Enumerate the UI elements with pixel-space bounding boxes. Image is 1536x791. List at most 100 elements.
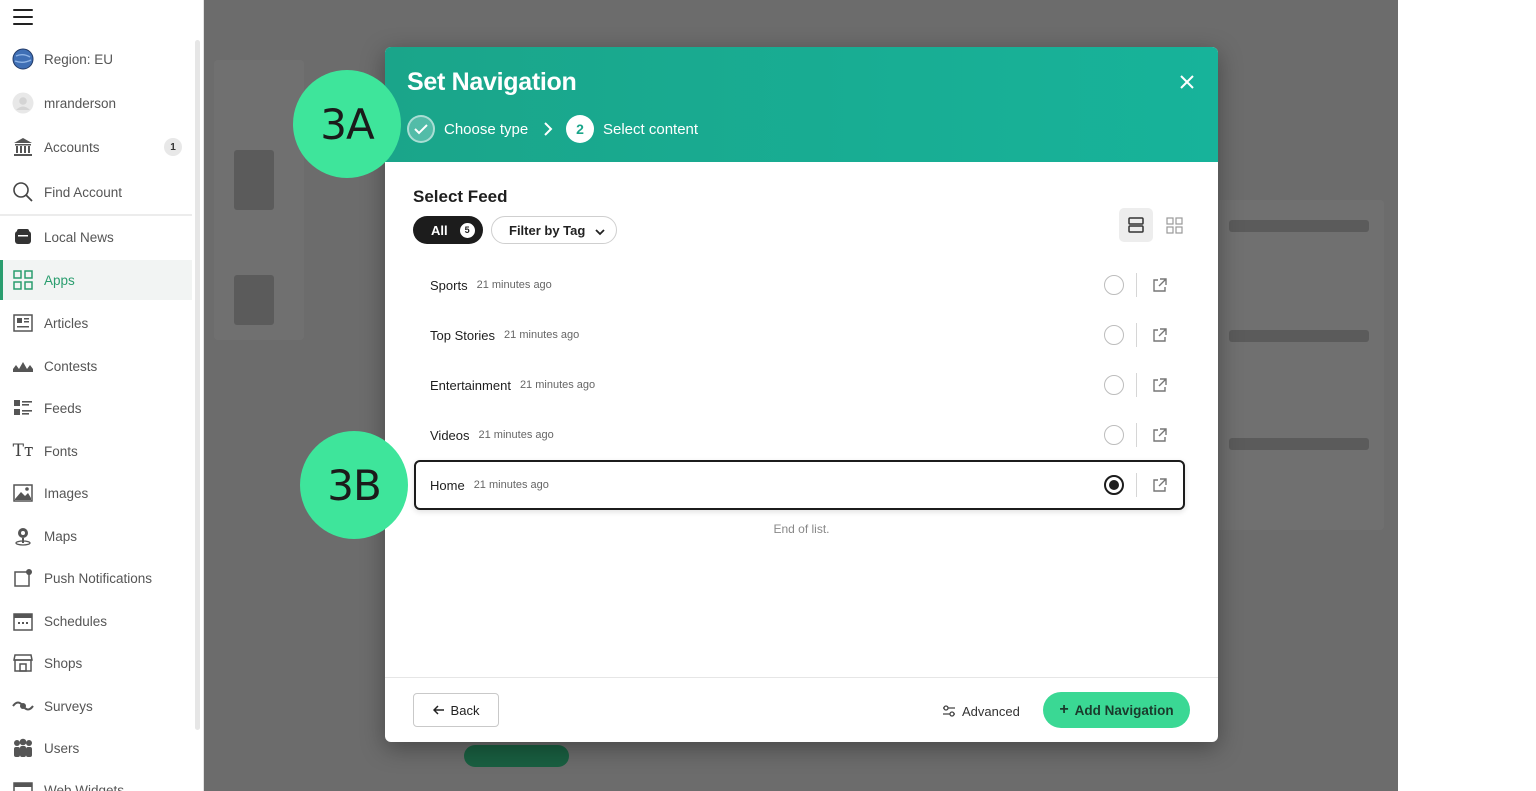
bank-icon	[12, 136, 34, 158]
step-label: Select content	[603, 120, 699, 138]
checkmark-icon	[407, 115, 435, 143]
divider	[1136, 473, 1137, 497]
filter-all-button[interactable]: All 5	[413, 216, 483, 244]
feed-row-selected[interactable]: Home 21 minutes ago	[414, 460, 1185, 510]
external-link-icon[interactable]	[1152, 477, 1168, 493]
sidebar-item-fonts[interactable]: Tт Fonts	[0, 431, 192, 471]
add-navigation-button[interactable]: + Add Navigation	[1043, 692, 1190, 728]
grid-view-toggle[interactable]	[1157, 208, 1191, 242]
sidebar-item-label: Apps	[44, 272, 75, 288]
sidebar-user-label: mranderson	[44, 95, 117, 111]
plus-icon: +	[1059, 701, 1069, 718]
sidebar-item-label: Articles	[44, 315, 89, 331]
sidebar-item-local-news[interactable]: Local News	[0, 217, 192, 257]
sidebar-item-users[interactable]: Users	[0, 728, 192, 768]
divider	[1136, 373, 1137, 397]
advanced-label: Advanced	[962, 703, 1020, 719]
external-link-icon[interactable]	[1152, 327, 1168, 343]
external-link-icon[interactable]	[1152, 427, 1168, 443]
page-margin	[1398, 0, 1536, 791]
sidebar-item-label: Schedules	[44, 613, 108, 629]
sidebar-item-articles[interactable]: Articles	[0, 303, 192, 343]
feed-timestamp: 21 minutes ago	[478, 429, 554, 441]
contest-icon	[12, 355, 34, 377]
sidebar-item-web-widgets[interactable]: Web Widgets	[0, 770, 192, 791]
globe-icon	[12, 48, 34, 70]
sidebar-item-label: Find Account	[44, 184, 123, 200]
feed-row[interactable]: Top Stories 21 minutes ago	[414, 310, 1185, 360]
sidebar-item-contests[interactable]: Contests	[0, 346, 192, 386]
filter-by-tag-dropdown[interactable]: Filter by Tag	[491, 216, 617, 244]
feed-row[interactable]: Entertainment 21 minutes ago	[414, 360, 1185, 410]
sidebar-item-push-notifications[interactable]: Push Notifications	[0, 558, 192, 598]
external-link-icon[interactable]	[1152, 277, 1168, 293]
feed-radio[interactable]	[1104, 425, 1124, 445]
font-icon: Tт	[12, 441, 34, 461]
sidebar-item-label: Contests	[44, 358, 98, 374]
footer-divider	[385, 677, 1218, 678]
sidebar-item-schedules[interactable]: Schedules	[0, 601, 192, 641]
feed-radio[interactable]	[1104, 375, 1124, 395]
sidebar-item-label: Maps	[44, 528, 78, 544]
feed-name: Videos	[430, 427, 470, 443]
apps-grid-icon	[12, 269, 34, 291]
feed-icon	[12, 397, 34, 419]
sidebar-item-label: Shops	[44, 655, 83, 671]
sidebar-item-label: Feeds	[44, 400, 82, 416]
feed-timestamp: 21 minutes ago	[476, 279, 552, 291]
sidebar-item-label: Images	[44, 485, 89, 501]
sidebar-item-label: Local News	[44, 229, 114, 245]
accounts-count-badge: 1	[164, 138, 182, 156]
feed-radio-checked[interactable]	[1104, 475, 1124, 495]
sliders-icon	[943, 705, 955, 717]
set-navigation-dialog: Set Navigation Choose type 2 Select cont…	[385, 47, 1218, 742]
feed-radio[interactable]	[1104, 275, 1124, 295]
grid-view-icon	[1165, 216, 1183, 234]
back-label: Back	[450, 702, 480, 718]
list-view-toggle[interactable]	[1119, 208, 1153, 242]
sidebar-item-region[interactable]: Region: EU	[0, 39, 192, 79]
sidebar-item-label: Accounts	[44, 139, 100, 155]
callout-3b: 3B	[300, 431, 408, 539]
divider	[1136, 323, 1137, 347]
sidebar-item-apps[interactable]: Apps	[0, 260, 192, 300]
sidebar-item-feeds[interactable]: Feeds	[0, 388, 192, 428]
feed-timestamp: 21 minutes ago	[473, 479, 549, 491]
sidebar-item-label: Surveys	[44, 698, 93, 714]
survey-icon	[12, 695, 34, 717]
end-of-list-text: End of list.	[773, 522, 830, 536]
close-icon[interactable]	[1178, 73, 1196, 91]
feed-row[interactable]: Videos 21 minutes ago	[414, 410, 1185, 460]
map-pin-icon	[12, 525, 34, 547]
dialog-header: Set Navigation Choose type 2 Select cont…	[385, 47, 1218, 162]
sidebar-item-user[interactable]: mranderson	[0, 83, 192, 123]
menu-icon[interactable]	[13, 9, 33, 25]
back-button[interactable]: Back	[413, 693, 499, 727]
news-icon	[12, 226, 34, 248]
sidebar-item-maps[interactable]: Maps	[0, 516, 192, 556]
sidebar-item-label: Web Widgets	[44, 782, 125, 791]
sidebar-scrollbar[interactable]	[195, 40, 200, 730]
sidebar-item-images[interactable]: Images	[0, 473, 192, 513]
external-link-icon[interactable]	[1152, 377, 1168, 393]
sidebar-item-surveys[interactable]: Surveys	[0, 686, 192, 726]
sidebar-item-find-account[interactable]: Find Account	[0, 172, 192, 212]
feed-radio[interactable]	[1104, 325, 1124, 345]
calendar-icon	[12, 610, 34, 632]
feed-row[interactable]: Sports 21 minutes ago	[414, 260, 1185, 310]
add-navigation-label: Add Navigation	[1074, 702, 1174, 718]
divider	[1136, 273, 1137, 297]
arrow-left-icon	[432, 703, 445, 718]
step-choose-type[interactable]: Choose type	[407, 115, 528, 143]
feed-timestamp: 21 minutes ago	[504, 329, 580, 341]
feed-name: Top Stories	[430, 327, 496, 343]
filter-by-tag-label: Filter by Tag	[509, 222, 586, 238]
sidebar-item-shops[interactable]: Shops	[0, 643, 192, 683]
filter-all-count: 5	[459, 222, 475, 238]
sidebar-item-label: Push Notifications	[44, 570, 153, 586]
advanced-button[interactable]: Advanced	[942, 702, 1020, 720]
step-number: 2	[566, 115, 594, 143]
image-icon	[12, 482, 34, 504]
sidebar-item-accounts[interactable]: Accounts 1	[0, 127, 192, 167]
feed-name: Sports	[430, 277, 468, 293]
